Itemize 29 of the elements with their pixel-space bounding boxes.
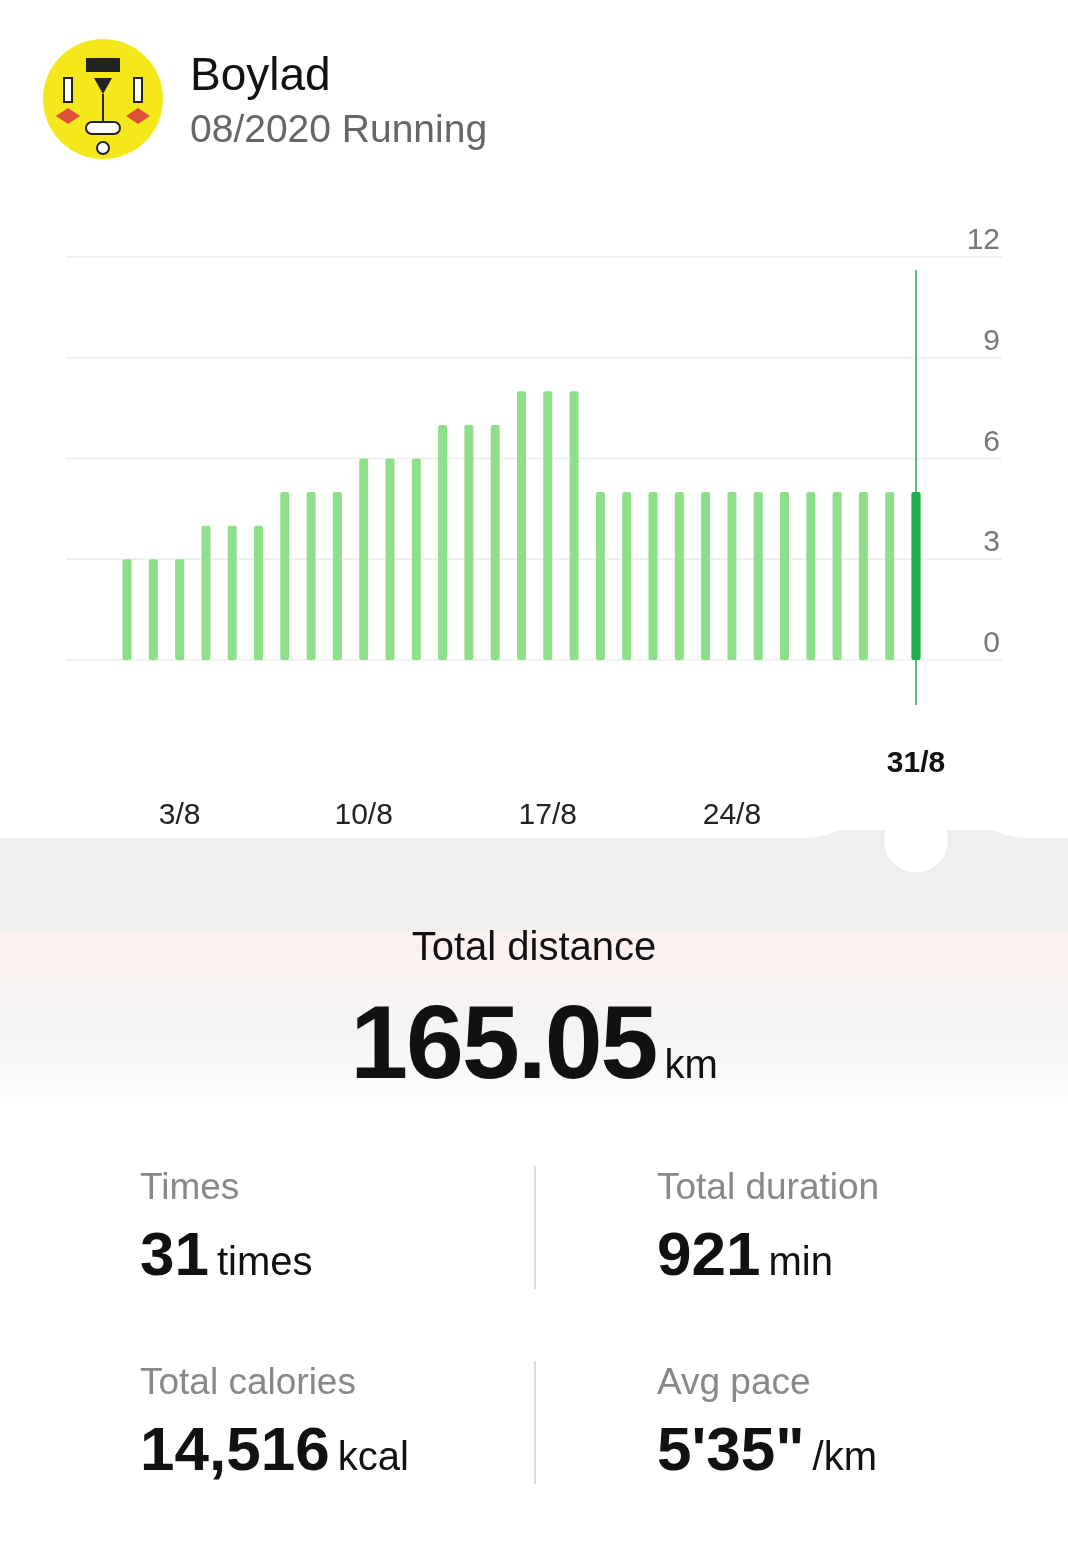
stat-unit: min — [768, 1239, 833, 1284]
user-name: Boylad — [190, 47, 332, 101]
axis-tick-label: 24/8 — [702, 797, 762, 830]
axis-tick-label: 6 — [983, 423, 1000, 457]
total-distance-label: Total distance — [411, 924, 657, 969]
axis-tick-label: 10/8 — [334, 797, 393, 830]
axis-tick-label: 0 — [983, 625, 1000, 658]
distance-unit: km — [664, 1042, 718, 1087]
axis-tick-label: 9 — [983, 322, 1000, 356]
selected-date-label: 31/8 — [886, 745, 946, 778]
stat-unit: /km — [812, 1434, 878, 1479]
stat-value: 5'35" — [657, 1413, 805, 1484]
period-subtitle: 08/2020 Running — [190, 107, 488, 151]
stat-value: 31 — [140, 1218, 209, 1289]
stat-value: 921 — [657, 1218, 761, 1289]
stat-label: Total calories — [140, 1361, 357, 1403]
axis-tick-label: 3 — [983, 524, 1000, 558]
stat-unit: times — [216, 1239, 313, 1284]
axis-tick-label: 3/8 — [158, 797, 201, 830]
axis-tick-label: 17/8 — [518, 797, 577, 830]
stat-value: 14,516 — [140, 1413, 330, 1484]
stat-label: Total duration — [657, 1166, 881, 1208]
axis-tick-label: 12 — [966, 222, 1000, 255]
stat-unit: kcal — [337, 1434, 409, 1479]
total-distance-value: 165.05 — [350, 983, 657, 1102]
stat-label: Avg pace — [657, 1361, 812, 1403]
stat-label: Times — [140, 1166, 241, 1208]
slider-thumb[interactable] — [882, 830, 950, 874]
avatar-logo-icon — [42, 38, 164, 160]
